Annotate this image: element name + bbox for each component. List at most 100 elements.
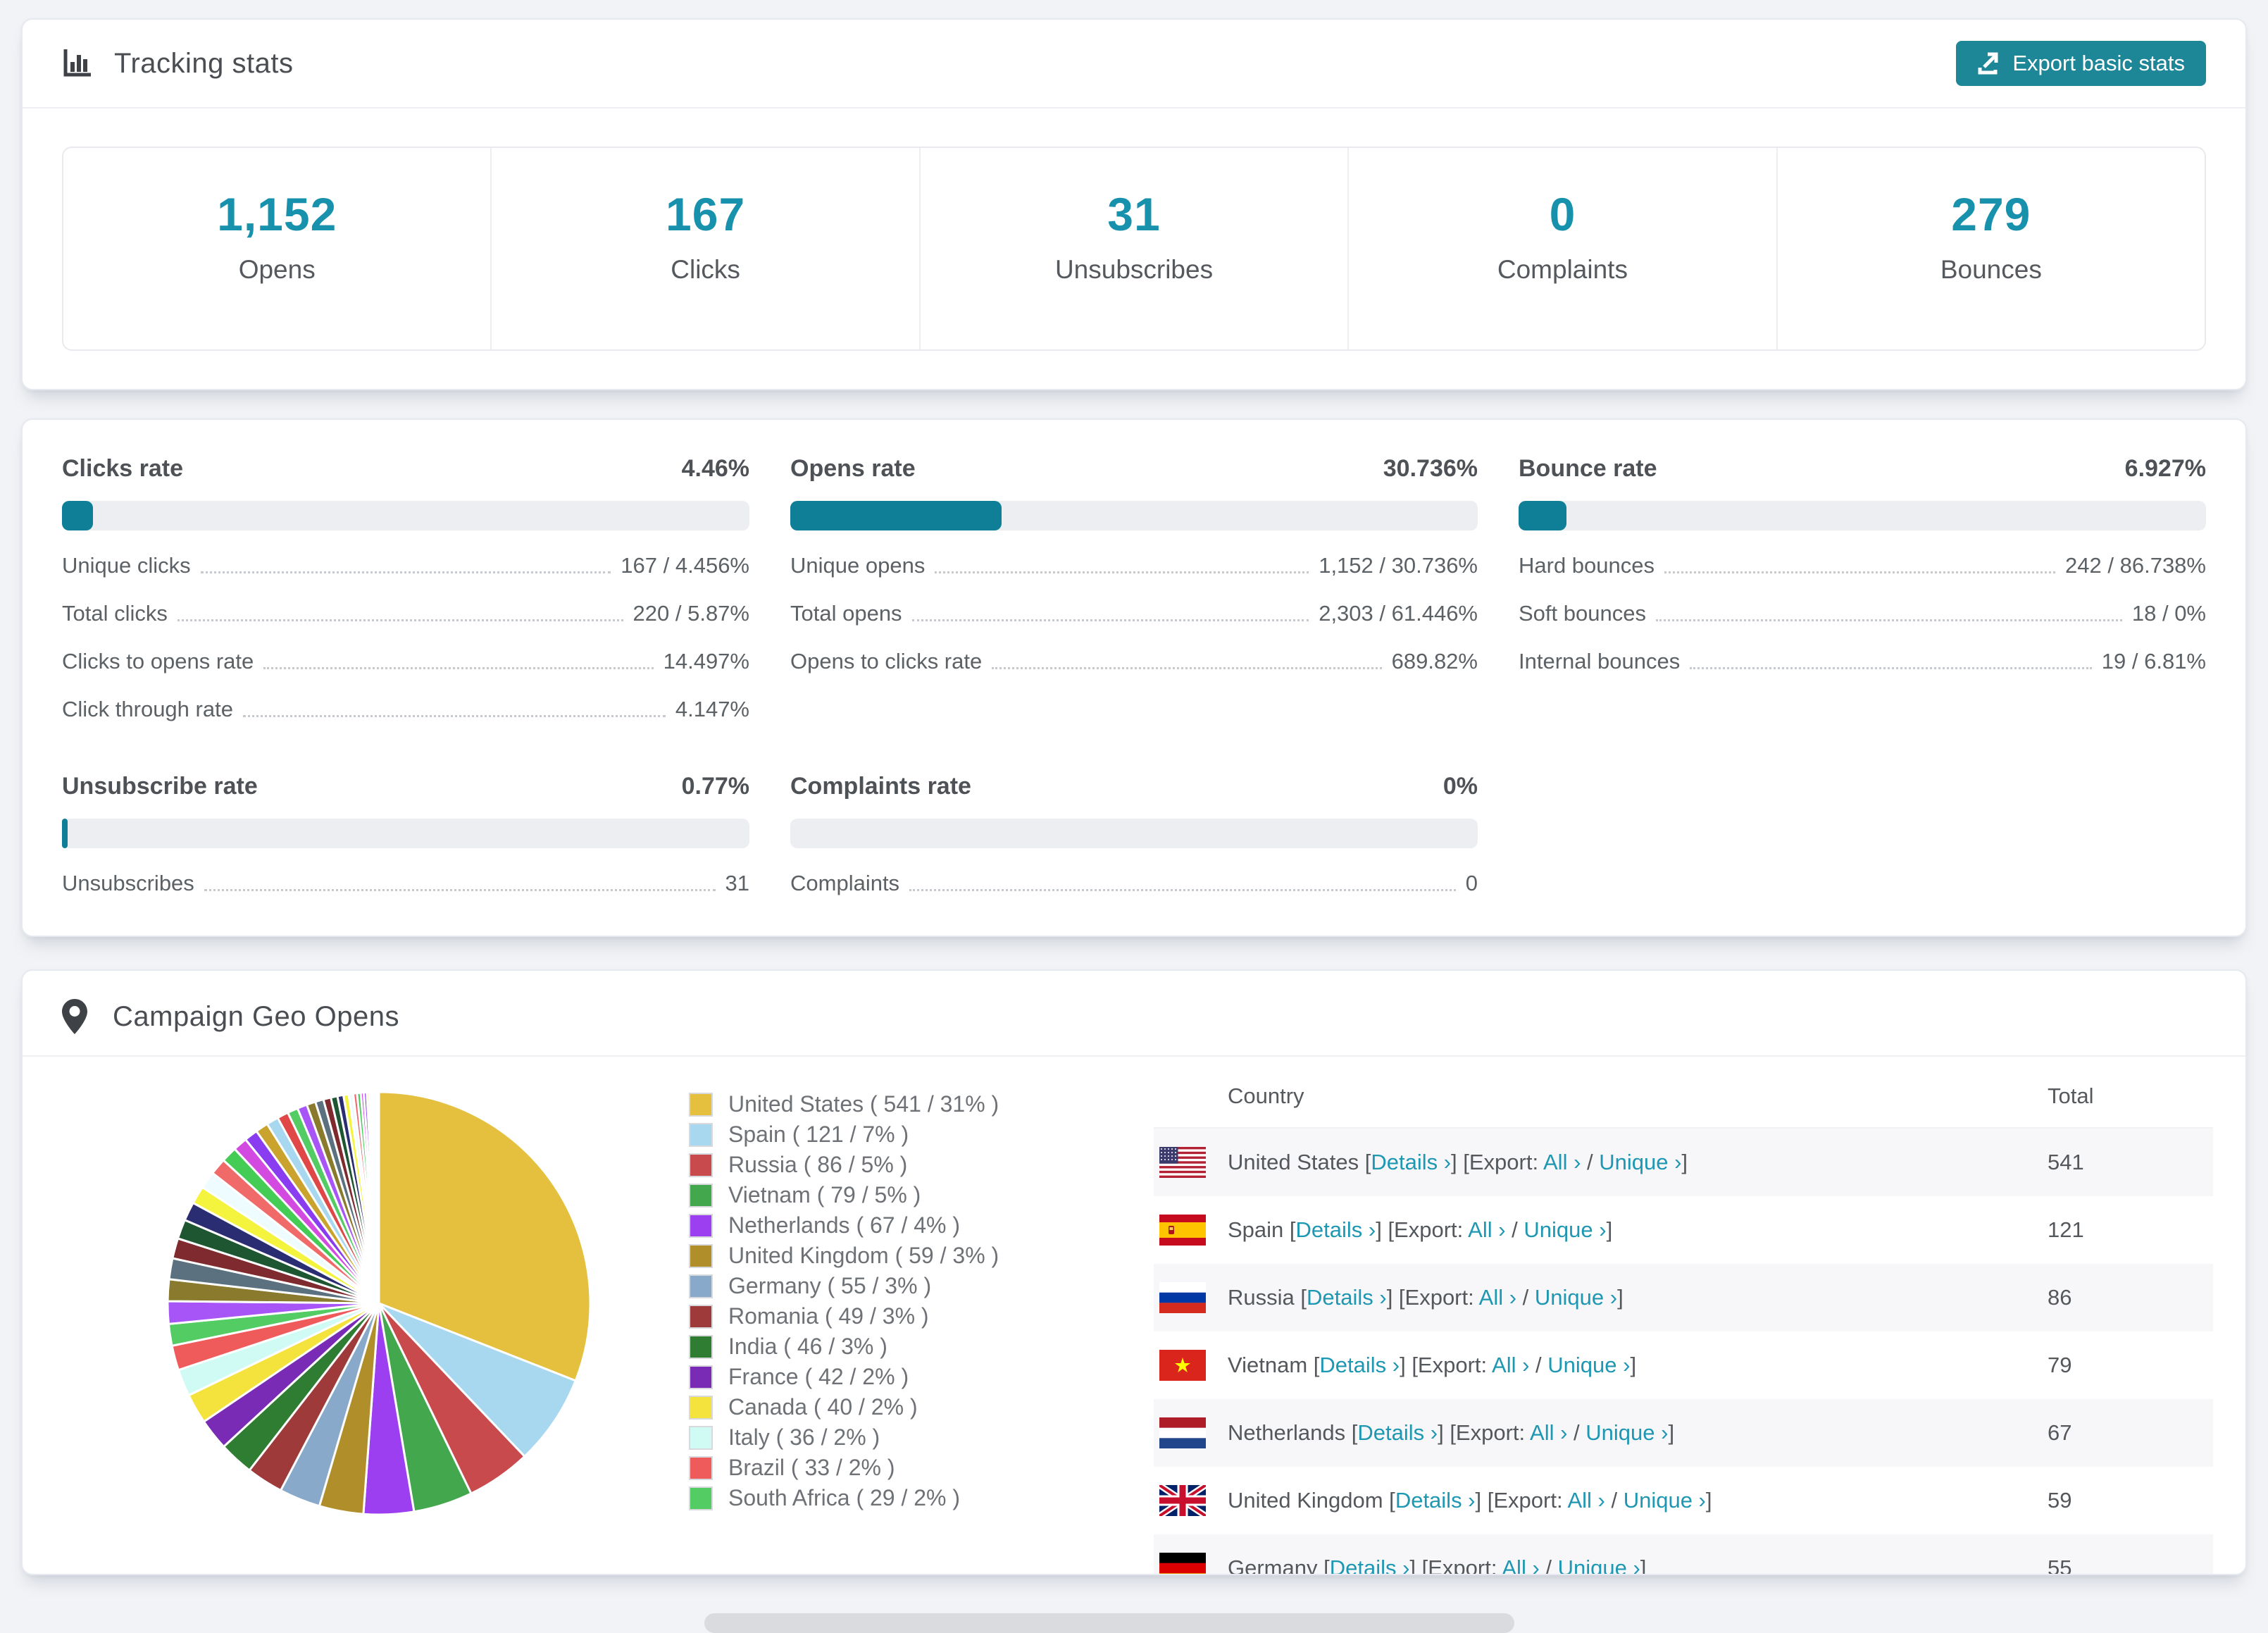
export-all-link[interactable]: All › (1492, 1353, 1529, 1377)
export-all-link[interactable]: All › (1502, 1556, 1539, 1574)
legend-swatch-icon (689, 1304, 713, 1329)
rate-detail-label: Opens to clicks rate (790, 649, 983, 673)
horizontal-scrollbar[interactable] (704, 1613, 1514, 1633)
stat-label: Opens (238, 255, 316, 284)
rate-detail-row: Click through rate 4.147% (62, 695, 749, 722)
legend-item-vietnam: Vietnam ( 79 / 5% ) (689, 1180, 1126, 1210)
dotted-leader (177, 619, 623, 621)
export-unique-link[interactable]: Unique › (1535, 1285, 1617, 1310)
rate-panel-title: Bounce rate (1519, 455, 1657, 482)
geo-table-row-es: Spain [Details ›] [Export: All › / Uniqu… (1154, 1196, 2213, 1264)
legend-label: France ( 42 / 2% ) (728, 1364, 909, 1389)
export-all-link[interactable]: All › (1543, 1150, 1581, 1174)
flag-us-icon (1159, 1147, 1206, 1178)
summary-stat-bounces: 279 Bounces (1778, 148, 2205, 349)
export-unique-link[interactable]: Unique › (1547, 1353, 1630, 1377)
legend-swatch-icon (689, 1092, 713, 1117)
export-all-link[interactable]: All › (1530, 1420, 1567, 1445)
rate-detail-label: Unique clicks (62, 553, 191, 578)
legend-item-romania: Romania ( 49 / 3% ) (689, 1301, 1126, 1331)
dotted-leader (992, 667, 1382, 669)
country-cell: Germany [Details ›] [Export: All › / Uni… (1228, 1556, 2048, 1574)
geo-pie-chart (154, 1078, 604, 1532)
rate-detail-row: Soft bounces 18 / 0% (1519, 600, 2206, 626)
geo-opens-card: Campaign Geo Opens United States ( 541 /… (21, 969, 2247, 1575)
country-cell: Vietnam [Details ›] [Export: All › / Uni… (1228, 1353, 1637, 1377)
summary-stat-unsubscribes: 31 Unsubscribes (921, 148, 1350, 349)
export-unique-link[interactable]: Unique › (1524, 1217, 1606, 1242)
flag-vn-icon (1159, 1350, 1206, 1381)
export-unique-link[interactable]: Unique › (1585, 1420, 1668, 1445)
rate-panel-bounce-rate: Bounce rate 6.927% Hard bounces 242 / 86… (1519, 455, 2206, 722)
details-link[interactable]: Details › (1371, 1150, 1451, 1174)
rate-detail-value: 689.82% (1391, 649, 1478, 673)
legend-item-italy: Italy ( 36 / 2% ) (689, 1422, 1126, 1453)
details-link[interactable]: Details › (1307, 1285, 1387, 1310)
rate-panel-clicks-rate: Clicks rate 4.46% Unique clicks 167 / 4.… (62, 455, 749, 722)
legend-swatch-icon (689, 1153, 713, 1177)
legend-item-united-states: United States ( 541 / 31% ) (689, 1089, 1126, 1119)
legend-item-france: France ( 42 / 2% ) (689, 1362, 1126, 1392)
progress-bar-fill (62, 819, 68, 848)
export-unique-link[interactable]: Unique › (1558, 1556, 1640, 1574)
legend-swatch-icon (689, 1486, 713, 1510)
rate-panel-value: 4.46% (681, 455, 749, 482)
rate-detail-value: 18 / 0% (2131, 601, 2206, 626)
rate-panel-title: Opens rate (790, 455, 916, 482)
rate-panel-value: 0.77% (681, 773, 749, 800)
dotted-leader (911, 619, 1309, 621)
legend-swatch-icon (689, 1243, 713, 1268)
geo-opens-content: United States ( 541 / 31% ) Spain ( 121 … (23, 1057, 2245, 1574)
geo-opens-header: Campaign Geo Opens (23, 971, 2245, 1057)
details-link[interactable]: Details › (1357, 1420, 1438, 1445)
export-all-link[interactable]: All › (1567, 1488, 1605, 1513)
export-basic-stats-button[interactable]: Export basic stats (1956, 41, 2206, 86)
summary-stat-complaints: 0 Complaints (1349, 148, 1778, 349)
geo-country-table: Country Total United States [Details ›] … (1154, 1065, 2213, 1574)
details-link[interactable]: Details › (1319, 1353, 1400, 1377)
details-link[interactable]: Details › (1395, 1488, 1476, 1513)
rate-panel-unsubscribe-rate: Unsubscribe rate 0.77% Unsubscribes 31 (62, 773, 749, 896)
tracking-stats-page: Tracking stats Export basic stats 1,152 … (0, 18, 2268, 1633)
rate-detail-label: Complaints (790, 871, 900, 895)
rate-detail-value: 14.497% (663, 649, 749, 673)
legend-label: South Africa ( 29 / 2% ) (728, 1485, 961, 1510)
dotted-leader (1664, 571, 2056, 573)
export-all-link[interactable]: All › (1479, 1285, 1516, 1310)
total-column-header: Total (2048, 1084, 2094, 1108)
legend-item-united-kingdom: United Kingdom ( 59 / 3% ) (689, 1241, 1126, 1271)
legend-label: Vietnam ( 79 / 5% ) (728, 1182, 921, 1207)
legend-item-netherlands: Netherlands ( 67 / 4% ) (689, 1210, 1126, 1241)
details-link[interactable]: Details › (1330, 1556, 1410, 1574)
export-unique-link[interactable]: Unique › (1599, 1150, 1681, 1174)
export-all-link[interactable]: All › (1468, 1217, 1505, 1242)
stat-value: 1,152 (217, 188, 337, 240)
legend-item-south-africa: South Africa ( 29 / 2% ) (689, 1483, 1126, 1513)
export-unique-link[interactable]: Unique › (1624, 1488, 1706, 1513)
rates-card: Clicks rate 4.46% Unique clicks 167 / 4.… (21, 418, 2247, 937)
legend-swatch-icon (689, 1425, 713, 1450)
total-cell: 86 (2048, 1285, 2072, 1310)
rate-detail-row: Internal bounces 19 / 6.81% (1519, 647, 2206, 674)
rate-detail-value: 167 / 4.456% (621, 553, 749, 578)
total-cell: 67 (2048, 1420, 2072, 1445)
rate-detail-label: Total clicks (62, 601, 168, 626)
legend-swatch-icon (689, 1334, 713, 1359)
flag-es-icon (1159, 1215, 1206, 1246)
rate-panel-opens-rate: Opens rate 30.736% Unique opens 1,152 / … (790, 455, 1478, 722)
stat-value: 31 (1107, 188, 1161, 240)
legend-item-spain: Spain ( 121 / 7% ) (689, 1119, 1126, 1150)
legend-swatch-icon (689, 1213, 713, 1238)
progress-bar (62, 819, 749, 848)
rate-detail-row: Opens to clicks rate 689.82% (790, 647, 1478, 674)
legend-label: Italy ( 36 / 2% ) (728, 1424, 880, 1450)
export-icon (1977, 51, 2001, 75)
details-link[interactable]: Details › (1296, 1217, 1376, 1242)
legend-swatch-icon (689, 1122, 713, 1147)
rate-panels: Clicks rate 4.46% Unique clicks 167 / 4.… (62, 455, 2206, 896)
legend-item-india: India ( 46 / 3% ) (689, 1331, 1126, 1362)
geo-opens-title: Campaign Geo Opens (113, 1000, 400, 1032)
rate-panel-value: 6.927% (2124, 455, 2206, 482)
rate-detail-row: Unsubscribes 31 (62, 869, 749, 896)
rate-detail-value: 2,303 / 61.446% (1319, 601, 1478, 626)
